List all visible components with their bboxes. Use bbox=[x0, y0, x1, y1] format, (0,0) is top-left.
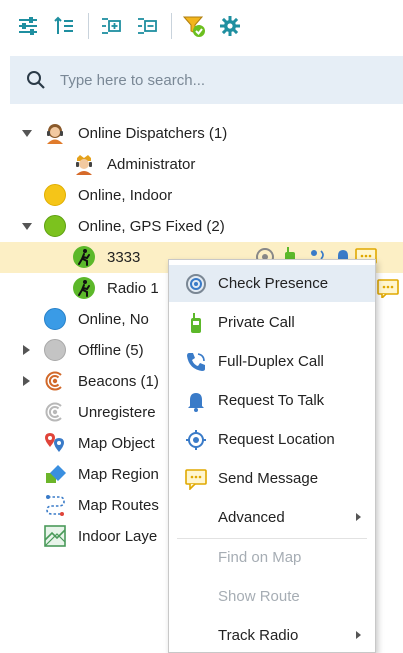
collapse-all-button[interactable] bbox=[133, 12, 161, 40]
tree-group-online-gps-fixed[interactable]: Online, GPS Fixed (2) bbox=[0, 211, 403, 242]
gear-icon bbox=[220, 16, 240, 36]
tree-row-label: 3333 bbox=[107, 249, 141, 266]
radio-handset-icon bbox=[185, 312, 207, 334]
menu-item-label: Request Location bbox=[218, 431, 335, 448]
collapse-all-icon bbox=[138, 18, 157, 34]
tree-row-label: Online, No bbox=[78, 311, 149, 328]
menu-item-label: Private Call bbox=[218, 314, 295, 331]
tree-row-label: Online, Indoor bbox=[78, 187, 173, 204]
tree-group-online-indoor[interactable]: Online, Indoor bbox=[0, 180, 403, 211]
menu-item-request-location[interactable]: Request Location bbox=[169, 421, 375, 458]
tree-row-label: Map Region bbox=[78, 466, 159, 483]
expanded-arrow-icon[interactable] bbox=[22, 129, 32, 139]
yellow-status-dot-icon bbox=[44, 184, 66, 206]
map-region-icon bbox=[44, 463, 66, 485]
menu-item-private-call[interactable]: Private Call bbox=[169, 304, 375, 341]
tree-row-label: Unregistere bbox=[78, 404, 156, 421]
toolbar-separator bbox=[88, 13, 89, 39]
menu-item-send-message[interactable]: Send Message bbox=[169, 460, 375, 497]
submenu-arrow-icon bbox=[356, 513, 361, 521]
menu-item-label: Track Radio bbox=[218, 627, 299, 644]
row-status-icons bbox=[377, 278, 399, 298]
bell-icon bbox=[185, 390, 207, 412]
menu-item-label: Send Message bbox=[218, 470, 319, 487]
menu-item-find-on-map: Find on Map bbox=[169, 539, 375, 576]
tree-row-label: Map Routes bbox=[78, 497, 159, 514]
collapsed-arrow-icon[interactable] bbox=[22, 345, 32, 355]
menu-item-track-radio[interactable]: Track Radio bbox=[169, 617, 375, 653]
menu-item-show-route: Show Route bbox=[169, 578, 375, 615]
tree-row-label: Administrator bbox=[107, 156, 196, 173]
administrator-avatar-icon bbox=[73, 153, 95, 175]
phone-icon bbox=[185, 351, 207, 373]
toolbar bbox=[0, 0, 403, 52]
map-pins-icon bbox=[44, 432, 66, 454]
menu-item-full-duplex-call[interactable]: Full-Duplex Call bbox=[169, 343, 375, 380]
menu-item-check-presence[interactable]: Check Presence bbox=[169, 265, 375, 302]
tree-row-label: Indoor Laye bbox=[78, 528, 158, 545]
submenu-arrow-icon bbox=[356, 631, 361, 639]
filter-settings-button[interactable] bbox=[14, 12, 42, 40]
menu-item-request-to-talk[interactable]: Request To Talk bbox=[169, 382, 375, 419]
message-icon bbox=[185, 468, 207, 490]
expanded-arrow-icon[interactable] bbox=[22, 222, 32, 232]
tree-row-label: Map Object bbox=[78, 435, 155, 452]
search-icon bbox=[27, 71, 45, 89]
filter-sliders-icon bbox=[19, 17, 37, 35]
message-icon[interactable] bbox=[377, 278, 399, 298]
sort-list-icon bbox=[54, 16, 73, 34]
blue-status-dot-icon bbox=[44, 308, 66, 330]
expand-all-button[interactable] bbox=[97, 12, 125, 40]
indoor-layer-icon bbox=[44, 525, 66, 547]
walking-person-icon bbox=[73, 246, 95, 268]
presence-icon bbox=[185, 273, 207, 295]
tree-row-label: Beacons (1) bbox=[78, 373, 159, 390]
walking-person-icon bbox=[73, 277, 95, 299]
menu-item-label: Advanced bbox=[218, 509, 285, 526]
location-target-icon bbox=[185, 429, 207, 451]
menu-item-label: Request To Talk bbox=[218, 392, 325, 409]
collapsed-arrow-icon[interactable] bbox=[22, 376, 32, 386]
menu-item-label: Show Route bbox=[218, 588, 300, 605]
beacon-icon bbox=[44, 370, 66, 392]
funnel-check-icon bbox=[182, 16, 205, 37]
tree-row-label: Radio 1 bbox=[107, 280, 159, 297]
menu-item-label: Find on Map bbox=[218, 549, 302, 566]
context-menu: Check Presence Private Call Full-Duplex … bbox=[168, 259, 376, 653]
unregistered-beacon-icon bbox=[44, 401, 66, 423]
green-status-dot-icon bbox=[44, 215, 66, 237]
tree-row-label: Offline (5) bbox=[78, 342, 144, 359]
dispatcher-avatar-icon bbox=[44, 122, 66, 144]
menu-item-label: Full-Duplex Call bbox=[218, 353, 324, 370]
tree-row-label: Online, GPS Fixed (2) bbox=[78, 218, 225, 235]
gray-status-dot-icon bbox=[44, 339, 66, 361]
tree-item-administrator[interactable]: Administrator bbox=[0, 149, 403, 180]
menu-item-advanced[interactable]: Advanced bbox=[169, 499, 375, 536]
sort-button[interactable] bbox=[50, 12, 78, 40]
tree-group-online-dispatchers[interactable]: Online Dispatchers (1) bbox=[0, 118, 403, 149]
toolbar-separator bbox=[171, 13, 172, 39]
tree-row-label: Online Dispatchers (1) bbox=[78, 125, 228, 142]
map-route-icon bbox=[44, 494, 66, 516]
menu-item-label: Check Presence bbox=[218, 275, 329, 292]
search-input[interactable] bbox=[60, 71, 360, 89]
status-filter-button[interactable] bbox=[180, 12, 208, 40]
settings-button[interactable] bbox=[216, 12, 244, 40]
search-bar bbox=[10, 56, 403, 104]
expand-all-icon bbox=[102, 18, 121, 34]
